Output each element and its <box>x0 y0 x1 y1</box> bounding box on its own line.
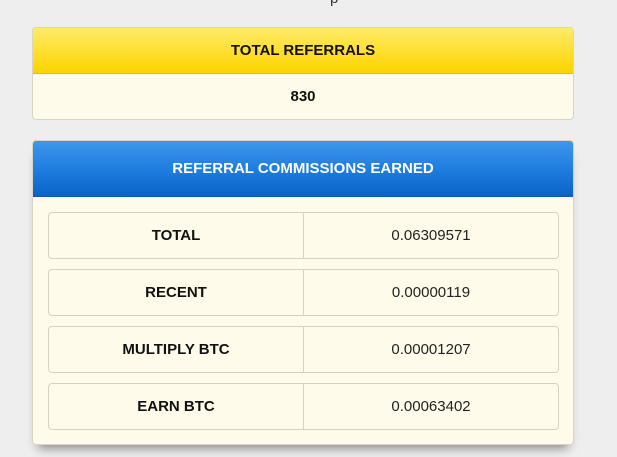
referral-commissions-panel: REFERRAL COMMISSIONS EARNED TOTAL 0.0630… <box>32 140 574 445</box>
total-referrals-panel: TOTAL REFERRALS 830 <box>32 27 574 120</box>
commission-value-recent: 0.00000119 <box>391 284 471 301</box>
commission-value-earn-btc: 0.00063402 <box>391 398 471 415</box>
clipped-text-strip: p <box>0 0 617 6</box>
commission-label-earn-btc: EARN BTC <box>49 384 304 429</box>
table-row: TOTAL 0.06309571 <box>48 212 559 259</box>
table-row: EARN BTC 0.00063402 <box>48 383 559 430</box>
table-row: MULTIPLY BTC 0.00001207 <box>48 326 559 373</box>
commissions-table: TOTAL 0.06309571 RECENT 0.00000119 MULTI… <box>48 212 559 430</box>
referral-commissions-heading: REFERRAL COMMISSIONS EARNED <box>33 141 573 197</box>
total-referrals-count: 830 <box>290 88 316 105</box>
commission-label-multiply-btc: MULTIPLY BTC <box>49 327 304 372</box>
commission-label-total: TOTAL <box>49 213 304 258</box>
total-referrals-heading: TOTAL REFERRALS <box>33 28 573 74</box>
commission-value-multiply-btc: 0.00001207 <box>391 341 471 358</box>
clipped-text: p <box>330 0 338 6</box>
table-row: RECENT 0.00000119 <box>48 269 559 316</box>
commission-label-recent: RECENT <box>49 270 304 315</box>
commission-value-total: 0.06309571 <box>391 227 471 244</box>
